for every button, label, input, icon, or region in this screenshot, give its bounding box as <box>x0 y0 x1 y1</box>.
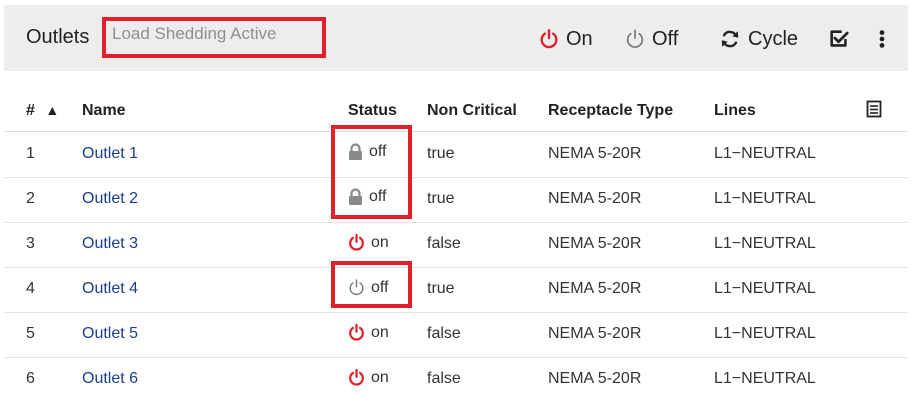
outlet-lines: L1−NEUTRAL <box>714 280 816 297</box>
outlet-non-critical: true <box>427 145 455 162</box>
column-number-label: # <box>26 102 35 119</box>
table-row[interactable]: 4 Outlet 4 off true NEMA 5-20R L1−NEUTRAL <box>4 267 908 313</box>
highlight-box-rows-1-2 <box>331 125 412 219</box>
column-header-non-critical[interactable]: Non Critical <box>427 102 517 120</box>
sort-ascending-icon: ▲ <box>45 102 60 118</box>
outlet-receptacle-type: NEMA 5-20R <box>548 145 642 162</box>
outlet-non-critical: true <box>427 190 455 207</box>
column-chooser-button[interactable] <box>866 100 882 123</box>
outlet-number: 3 <box>26 235 35 252</box>
table-row[interactable]: 3 Outlet 3 on false NEMA 5-20R L1−NEUTRAL <box>4 222 908 268</box>
checkbox-icon <box>830 30 849 47</box>
power-cycle-button[interactable]: Cycle <box>718 26 798 52</box>
column-header-status[interactable]: Status <box>348 102 397 120</box>
outlet-non-critical: false <box>427 235 461 252</box>
more-menu-button[interactable] <box>878 26 892 52</box>
outlet-number: 4 <box>26 280 35 297</box>
power-on-icon <box>347 323 371 342</box>
outlet-receptacle-type: NEMA 5-20R <box>548 370 642 387</box>
power-on-icon <box>347 368 371 387</box>
column-header-receptacle-type[interactable]: Receptacle Type <box>548 102 673 120</box>
outlet-receptacle-type: NEMA 5-20R <box>548 325 642 342</box>
outlet-lines: L1−NEUTRAL <box>714 325 816 342</box>
column-header-name[interactable]: Name <box>82 102 126 120</box>
outlet-status-label: on <box>371 323 389 341</box>
outlet-status-label: on <box>371 233 389 251</box>
power-cycle-label: Cycle <box>748 27 799 50</box>
outlet-non-critical: false <box>427 325 461 342</box>
page-title: Outlets <box>26 26 90 48</box>
cycle-icon <box>721 30 739 48</box>
outlet-status: on <box>347 368 389 387</box>
column-header-lines[interactable]: Lines <box>714 102 756 120</box>
outlet-name-link[interactable]: Outlet 5 <box>82 325 138 343</box>
highlight-box-row-4 <box>331 261 412 308</box>
outlets-panel: Outlets Load Shedding Active On Off Cycl… <box>4 5 908 391</box>
outlet-lines: L1−NEUTRAL <box>714 145 816 162</box>
power-off-button[interactable]: Off <box>624 26 678 52</box>
power-off-icon <box>626 29 644 48</box>
outlet-status: on <box>347 323 389 342</box>
power-off-label: Off <box>652 27 679 50</box>
power-on-icon <box>347 233 371 252</box>
outlet-name-link[interactable]: Outlet 4 <box>82 280 138 298</box>
outlet-number: 2 <box>26 190 35 207</box>
highlight-box-badge <box>102 17 326 58</box>
power-on-label: On <box>566 27 593 50</box>
outlet-name-link[interactable]: Outlet 6 <box>82 370 138 388</box>
table-row[interactable]: 5 Outlet 5 on false NEMA 5-20R L1−NEUTRAL <box>4 312 908 358</box>
column-list-icon <box>866 100 882 118</box>
select-mode-button[interactable] <box>828 26 856 52</box>
outlet-number: 5 <box>26 325 35 342</box>
outlet-receptacle-type: NEMA 5-20R <box>548 280 642 297</box>
outlet-status-label: on <box>371 368 389 386</box>
outlet-number: 6 <box>26 370 35 387</box>
outlet-name-link[interactable]: Outlet 1 <box>82 145 138 163</box>
outlet-status: on <box>347 233 389 252</box>
table-row[interactable]: 1 Outlet 1 off true NEMA 5-20R L1−NEUTRAL <box>4 132 908 178</box>
power-on-button[interactable]: On <box>538 26 593 52</box>
outlet-non-critical: true <box>427 280 455 297</box>
outlet-name-link[interactable]: Outlet 3 <box>82 235 138 253</box>
outlet-lines: L1−NEUTRAL <box>714 190 816 207</box>
outlet-name-link[interactable]: Outlet 2 <box>82 190 138 208</box>
outlet-receptacle-type: NEMA 5-20R <box>548 190 642 207</box>
column-header-number[interactable]: # ▲ <box>26 102 59 120</box>
outlet-receptacle-type: NEMA 5-20R <box>548 235 642 252</box>
outlet-lines: L1−NEUTRAL <box>714 235 816 252</box>
more-vertical-icon <box>879 30 885 48</box>
outlet-lines: L1−NEUTRAL <box>714 370 816 387</box>
panel-header: Outlets Load Shedding Active On Off Cycl… <box>4 5 908 71</box>
power-on-icon <box>540 29 558 49</box>
table-header: # ▲ Name Status Non Critical Receptacle … <box>4 91 908 132</box>
table-row[interactable]: 2 Outlet 2 off true NEMA 5-20R L1−NEUTRAL <box>4 177 908 223</box>
table-row[interactable]: 6 Outlet 6 on false NEMA 5-20R L1−NEUTRAL <box>4 357 908 391</box>
outlet-non-critical: false <box>427 370 461 387</box>
outlet-number: 1 <box>26 145 35 162</box>
